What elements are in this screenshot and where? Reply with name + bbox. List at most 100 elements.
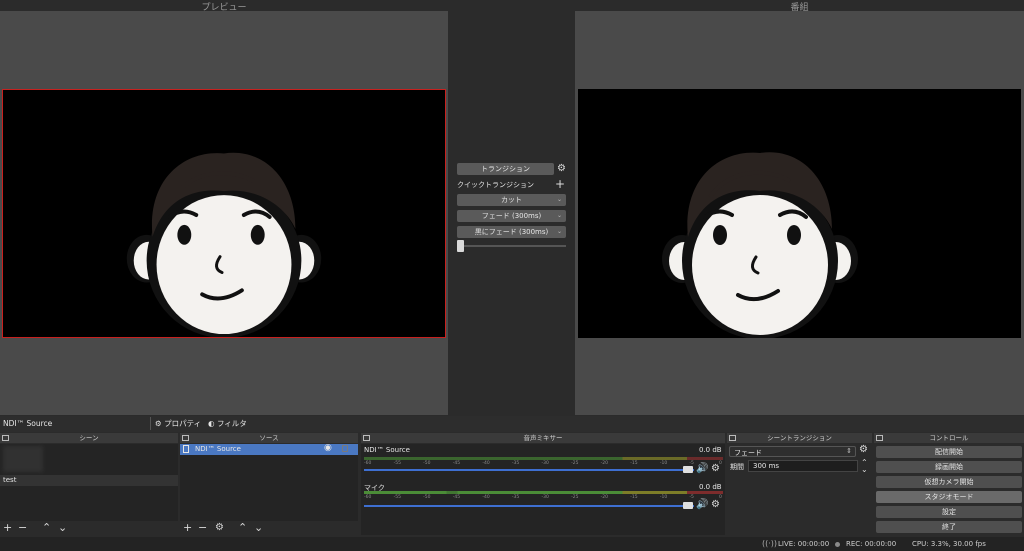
rec-status: REC: 00:00:00	[846, 540, 897, 548]
lock-icon[interactable]	[342, 445, 348, 452]
speaker-icon[interactable]: 🔊	[696, 499, 708, 510]
volume-slider[interactable]	[364, 505, 694, 507]
properties-label: プロパティ	[164, 419, 202, 428]
selected-source-label: NDI™ Source	[3, 419, 53, 428]
add-source-button[interactable]: +	[183, 522, 192, 534]
quick-transition-fade[interactable]: フェード (300ms) ⌄	[457, 210, 566, 222]
meter-scale: -60 -55 -50 -45 -40 -35 -30 -25 -20 -15 -10 -5 0	[364, 495, 723, 502]
volume-slider[interactable]	[364, 469, 694, 471]
gear-icon[interactable]: ⚙	[215, 522, 224, 534]
table-row[interactable]: NDI™ Source ◉	[180, 443, 358, 455]
source-item-label: NDI™ Source	[195, 445, 241, 453]
start-streaming-button[interactable]: 配信開始	[876, 446, 1022, 458]
duration-input[interactable]: 300 ms	[748, 460, 858, 472]
scenes-list[interactable]: test	[0, 444, 178, 521]
source-toolbar	[0, 416, 1024, 432]
volume-slider-handle[interactable]	[683, 502, 693, 509]
mixer-panel: NDI™ Source 0.0 dB -60 -55 -50 -45 -40 -35 -30…	[361, 444, 725, 535]
properties-button[interactable]: ⚙ プロパティ	[155, 418, 201, 429]
transition-select-label: フェード	[734, 449, 762, 457]
transition-button[interactable]: トランジション	[457, 163, 554, 175]
undock-icon[interactable]	[876, 435, 883, 441]
start-virtual-camera-button[interactable]: 仮想カメラ開始	[876, 476, 1022, 488]
quick-transition-label: カット	[501, 196, 522, 204]
meter-tick-label: -15	[630, 461, 638, 466]
chevron-down-icon: ⌄	[556, 212, 562, 219]
chevron-down-icon[interactable]: ⌄	[254, 522, 263, 534]
meter-tick-label: -40	[482, 461, 490, 466]
studio-mode-button[interactable]: スタジオモード	[876, 491, 1022, 503]
settings-button[interactable]: 設定	[876, 506, 1022, 518]
quick-transition-label: フェード (300ms)	[481, 212, 542, 220]
filter-icon: ◐	[208, 419, 215, 428]
live-status: LIVE: 00:00:00	[778, 540, 830, 548]
meter-tick-label: -55	[393, 461, 401, 466]
gear-icon[interactable]: ⚙	[859, 444, 868, 455]
scene-transition-title-label: シーントランジション	[767, 434, 832, 442]
tbar-track	[457, 245, 566, 247]
preview-pane[interactable]	[0, 11, 448, 415]
exit-button[interactable]: 終了	[876, 521, 1022, 533]
meter-tick-label: -10	[659, 495, 668, 500]
add-scene-button[interactable]: +	[3, 522, 12, 534]
mixer-track-level: 0.0 dB	[699, 483, 722, 491]
quick-transition-fade-black[interactable]: 黒にフェード (300ms) ⌄	[457, 226, 566, 238]
remove-source-button[interactable]: −	[198, 522, 207, 534]
record-dot-icon	[835, 542, 840, 547]
person-illustration	[126, 152, 322, 337]
mixer-track-name: NDI™ Source	[364, 446, 410, 454]
gear-icon[interactable]: ⚙	[711, 463, 720, 474]
undock-icon[interactable]	[729, 435, 736, 441]
chevron-down-icon: ⌄	[556, 196, 562, 203]
filters-button[interactable]: ◐ フィルタ	[208, 418, 247, 429]
undock-icon[interactable]	[363, 435, 370, 441]
person-illustration	[662, 152, 858, 338]
sources-list[interactable]: NDI™ Source ◉	[180, 443, 358, 521]
gear-icon: ⚙	[155, 419, 162, 428]
blurred-scene-item[interactable]	[3, 446, 43, 472]
sources-title-label: ソース	[259, 434, 279, 442]
mixer-title-label: 音声ミキサー	[523, 434, 563, 442]
speaker-icon[interactable]: 🔊	[696, 463, 708, 474]
gear-icon[interactable]: ⚙	[711, 499, 720, 510]
controls-title: コントロール	[874, 433, 1024, 443]
tbar-handle[interactable]	[457, 240, 464, 252]
meter-tick-label: -30	[541, 495, 549, 500]
controls-title-label: コントロール	[929, 434, 969, 442]
meter-tick-label: -45	[452, 461, 461, 466]
add-quick-transition-icon[interactable]: +	[555, 177, 565, 191]
chevron-up-icon[interactable]: ⌃	[238, 522, 247, 534]
filters-label: フィルタ	[216, 419, 247, 428]
meter-tick-label: -30	[541, 461, 549, 466]
stepper-icon[interactable]: ⌃ ⌄	[861, 459, 868, 474]
start-recording-button[interactable]: 録画開始	[876, 461, 1022, 473]
quick-transition-cut[interactable]: カット ⌄	[457, 194, 566, 206]
volume-slider-handle[interactable]	[683, 466, 693, 473]
meter-tick-label: -25	[571, 495, 579, 500]
chevron-updown-icon: ⇕	[846, 447, 852, 455]
meter-scale: -60 -55 -50 -45 -40 -35 -30 -25 -20 -15 -10 -5 0	[364, 461, 723, 468]
meter-tick-label: -60	[364, 495, 372, 500]
gear-icon[interactable]: ⚙	[556, 163, 567, 175]
undock-icon[interactable]	[182, 435, 189, 441]
scene-item-label: test	[3, 476, 17, 484]
undock-icon[interactable]	[2, 435, 9, 441]
file-icon	[183, 445, 189, 453]
meter-tick-label: -35	[511, 495, 520, 500]
cpu-status: CPU: 3.3%, 30.00 fps	[912, 540, 986, 548]
meter-tick-label: -45	[452, 495, 461, 500]
preview-canvas[interactable]	[2, 89, 446, 338]
meter-tick-label: -40	[482, 495, 490, 500]
audio-meter	[364, 457, 723, 460]
chevron-down-icon[interactable]: ⌄	[58, 522, 67, 534]
meter-tick-label: -50	[423, 461, 431, 466]
meter-tick-label: -10	[659, 461, 668, 466]
list-item[interactable]: test	[0, 475, 178, 486]
eye-icon[interactable]: ◉	[324, 443, 332, 453]
chevron-up-icon[interactable]: ⌃	[42, 522, 51, 534]
remove-scene-button[interactable]: −	[18, 522, 27, 534]
meter-tick-label: -20	[600, 495, 609, 500]
transition-select[interactable]: フェード ⇕	[729, 446, 856, 457]
status-bar: ((·)) LIVE: 00:00:00 REC: 00:00:00 CPU: …	[0, 537, 1024, 551]
meter-tick-label: -5	[689, 495, 694, 500]
